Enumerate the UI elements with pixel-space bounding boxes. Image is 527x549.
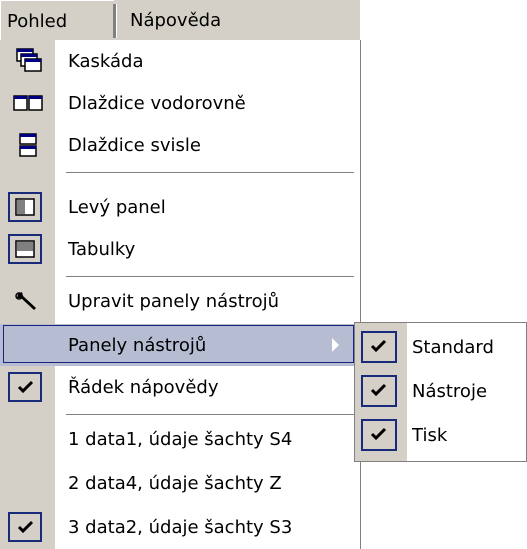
menu-item-label: 3 data2, údaje šachty S3 xyxy=(68,517,293,538)
menu-pohled[interactable]: Pohled xyxy=(0,0,114,40)
menu-item-tabulky[interactable]: Tabulky xyxy=(0,228,360,270)
checked-box xyxy=(361,375,397,407)
check-icon xyxy=(370,427,387,441)
submenu-item-label: Tisk xyxy=(412,425,448,446)
menu-item-upravit-panely[interactable]: Upravit panely nástrojů xyxy=(0,280,360,322)
menu-item-radek-napovedy[interactable]: Řádek nápovědy xyxy=(0,366,360,408)
menu-item-dlazdice-vodorovne[interactable]: Dlaždice vodorovně xyxy=(0,82,360,124)
menu-item-recent-1[interactable]: 1 data1, údaje šachty S4 xyxy=(0,418,360,460)
checked-box xyxy=(8,192,42,222)
menu-separator xyxy=(66,414,354,415)
checked-box xyxy=(8,234,42,264)
submenu-item-standard[interactable]: Standard xyxy=(355,325,527,369)
menu-separator xyxy=(66,172,354,173)
menu-bar: Pohled Nápověda xyxy=(0,0,360,40)
menu-item-label: Řádek nápovědy xyxy=(68,377,219,398)
menu-item-label: Tabulky xyxy=(68,239,136,260)
menu-item-kaskada[interactable]: Kaskáda xyxy=(0,40,360,82)
check-icon xyxy=(370,339,387,353)
menu-item-label: 1 data1, údaje šachty S4 xyxy=(68,429,293,450)
menu-item-label: Kaskáda xyxy=(68,51,144,72)
menu-item-recent-2[interactable]: 2 data4, údaje šachty Z xyxy=(0,462,360,504)
menu-item-recent-3[interactable]: 3 data2, údaje šachty S3 xyxy=(0,506,360,548)
checked-box xyxy=(8,512,42,542)
submenu-item-label: Standard xyxy=(412,337,494,358)
menu-item-levy-panel[interactable]: Levý panel xyxy=(0,186,360,228)
tile-horizontal-icon xyxy=(13,95,43,111)
checked-box xyxy=(361,331,397,363)
check-icon xyxy=(370,383,387,397)
submenu-item-tisk[interactable]: Tisk xyxy=(355,413,527,457)
menu-item-panely-nastroju[interactable]: Panely nástrojů xyxy=(0,324,360,366)
wrench-icon xyxy=(15,292,36,310)
submenu-item-nastroje[interactable]: Nástroje xyxy=(355,369,527,413)
cascade-windows-icon xyxy=(16,48,42,72)
menu-item-dlazdice-svisle[interactable]: Dlaždice svisle xyxy=(0,124,360,166)
menu-item-label: Dlaždice svisle xyxy=(68,135,201,156)
check-icon xyxy=(17,380,34,394)
menu-pohled-label: Pohled xyxy=(7,11,68,32)
menu-napoveda-label: Nápověda xyxy=(130,10,222,31)
tile-vertical-icon xyxy=(19,133,37,157)
tables-icon xyxy=(15,240,35,258)
menu-item-label: Upravit panely nástrojů xyxy=(68,291,280,312)
toolbars-submenu: Standard Nástroje Tisk xyxy=(354,322,527,462)
pohled-dropdown: Kaskáda Dlaždice vodorovně Dlaždice svis… xyxy=(0,40,361,549)
menubar-divider xyxy=(113,4,117,38)
checked-box xyxy=(8,372,42,402)
menu-separator xyxy=(66,276,354,277)
menu-item-label: 2 data4, údaje šachty Z xyxy=(68,473,282,494)
checked-box xyxy=(361,419,397,451)
check-icon xyxy=(17,520,34,534)
submenu-item-label: Nástroje xyxy=(412,381,488,402)
submenu-arrow-icon xyxy=(332,338,339,352)
menu-item-label: Panely nástrojů xyxy=(68,335,207,356)
menu-item-label: Levý panel xyxy=(68,197,166,218)
left-panel-icon xyxy=(15,198,35,216)
menu-item-label: Dlaždice vodorovně xyxy=(68,93,246,114)
